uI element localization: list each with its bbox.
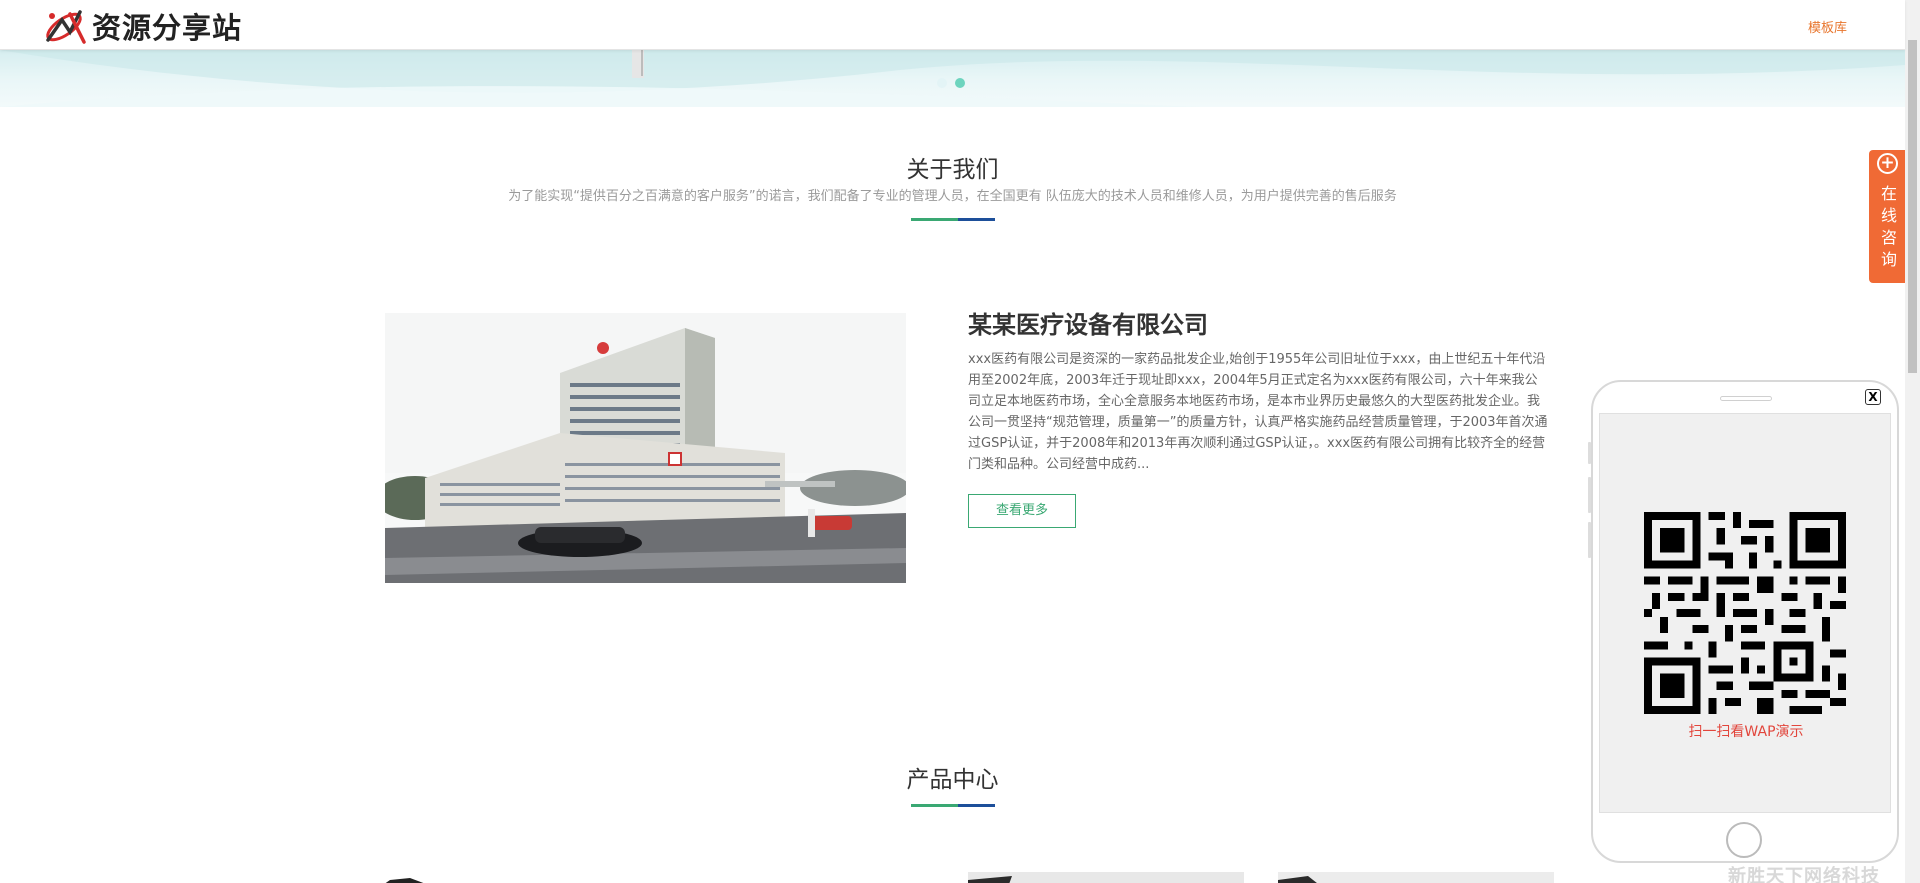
- hospital-image: [385, 313, 906, 583]
- scrollbar-thumb[interactable]: [1908, 40, 1917, 373]
- page-scrollbar[interactable]: [1905, 0, 1920, 883]
- phone-side-button: [1588, 442, 1591, 464]
- product-thumbnail-3[interactable]: [1278, 872, 1554, 883]
- close-icon[interactable]: X: [1865, 389, 1881, 405]
- online-consult-label: 在线咨询: [1880, 184, 1897, 269]
- about-title-divider: [911, 218, 995, 221]
- company-description: xxx医药有限公司是资深的一家药品批发企业,始创于1955年公司旧址位于xxx，…: [968, 352, 1548, 472]
- about-title: 关于我们: [906, 157, 999, 183]
- online-consult-tab[interactable]: + 在线咨询: [1869, 150, 1908, 283]
- product-thumbnail-1[interactable]: [380, 872, 460, 883]
- wap-demo-phone-popup: X 扫一扫看WAP演示: [1588, 380, 1899, 863]
- plus-icon: +: [1877, 153, 1898, 174]
- carousel-dot-1[interactable]: [937, 78, 947, 88]
- logo-text: 资源分享站: [92, 11, 243, 45]
- carousel-dots: [937, 78, 965, 88]
- qr-code-image: [1644, 512, 1846, 714]
- site-logo[interactable]: 资源分享站: [40, 4, 242, 48]
- phone-speaker: [1720, 396, 1772, 401]
- carousel-dot-2[interactable]: [955, 78, 965, 88]
- view-more-button[interactable]: 查看更多: [968, 494, 1076, 528]
- banner-carousel: [0, 50, 1905, 107]
- qr-caption: 扫一扫看WAP演示: [1688, 724, 1804, 740]
- phone-screen: 扫一扫看WAP演示: [1599, 413, 1891, 813]
- phone-home-button[interactable]: [1726, 822, 1762, 858]
- logo-icon: [46, 10, 86, 44]
- phone-side-button: [1588, 522, 1591, 558]
- product-thumbnail-2[interactable]: [968, 872, 1244, 883]
- products-title-divider: [911, 804, 995, 807]
- about-subtitle: 为了能实现“提供百分之百满意的客户服务”的诺言，我们配备了专业的管理人员，在全国…: [508, 189, 1397, 204]
- phone-side-button: [1588, 477, 1591, 513]
- site-header: 资源分享站 模板库: [0, 0, 1905, 50]
- company-name: 某某医疗设备有限公司: [968, 311, 1208, 339]
- watermark-text: 新胜天下网络科技: [1728, 866, 1880, 883]
- nav-link-templates[interactable]: 模板库: [1808, 17, 1847, 36]
